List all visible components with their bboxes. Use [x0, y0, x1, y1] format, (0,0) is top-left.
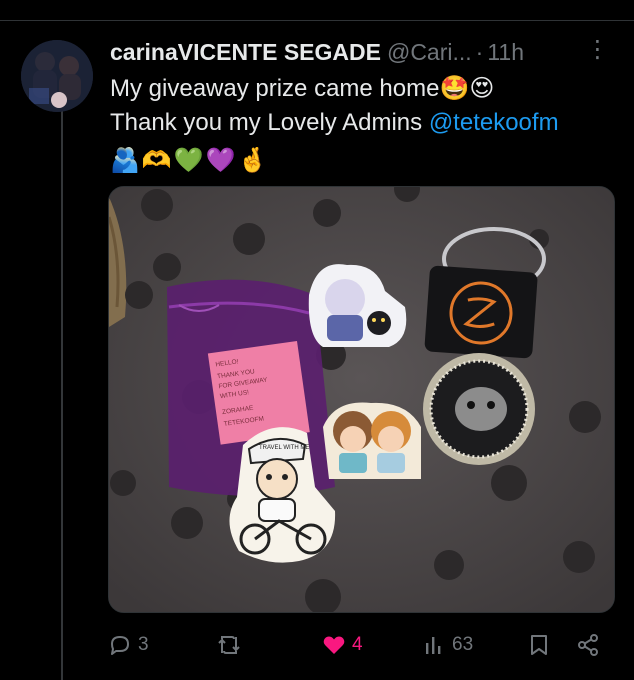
sticker-text: TRAVEL WITH ME [259, 445, 309, 451]
post-line-2: Thank you my Lovely Admins @tetekoofm [110, 106, 620, 140]
emoji-row: 🫂 🫶 💚 💜 🤞 [110, 144, 620, 178]
avatar[interactable] [21, 40, 93, 112]
author-name[interactable]: carinaVICENTE SEGADE [110, 39, 381, 66]
views-button[interactable]: 63 [424, 620, 473, 670]
sticker-two-kids [323, 402, 421, 479]
purple-heart-emoji: 💜 [205, 147, 236, 174]
avatar-image [21, 40, 93, 112]
heart-hands-emoji: 🫶 [141, 147, 172, 174]
crossed-fingers-emoji: 🤞 [237, 147, 268, 174]
bar-chart-icon [426, 637, 441, 654]
reply-count: 3 [138, 634, 149, 655]
post-header: carinaVICENTE SEGADE @Cari... · 11h ⋮ [110, 36, 620, 68]
post-line-1-emojis: 🤩😍 [439, 75, 495, 102]
repost-icon [218, 636, 240, 654]
hug-emoji: 🫂 [110, 147, 140, 174]
photo-image: HELLO! THANK YOU FOR GIVEAWAY WITH US! Z… [109, 187, 614, 612]
mention-link[interactable]: @tetekoofm [429, 109, 559, 136]
green-heart-emoji: 💚 [173, 147, 204, 174]
post-line-1: My giveaway prize came home🤩😍 [110, 72, 620, 106]
bookmark-icon [531, 635, 547, 655]
heart-icon [323, 636, 345, 654]
separator: · [475, 38, 484, 65]
author-handle[interactable]: @Cari... [387, 39, 472, 66]
post-photo[interactable]: HELLO! THANK YOU FOR GIVEAWAY WITH US! Z… [108, 186, 615, 613]
like-button[interactable]: 4 [322, 620, 363, 670]
share-icon [578, 634, 598, 656]
bookmark-button[interactable] [528, 620, 550, 670]
top-divider [0, 20, 634, 21]
views-count: 63 [452, 634, 474, 655]
action-bar: 3 4 63 [0, 620, 634, 670]
post-text: My giveaway prize came home🤩😍 Thank you … [110, 72, 620, 178]
thread-line [61, 110, 63, 680]
reply-button[interactable]: 3 [108, 620, 149, 670]
repost-button[interactable] [216, 620, 248, 670]
like-count: 4 [352, 634, 363, 655]
more-options-icon[interactable]: ⋮ [584, 36, 610, 68]
reply-icon [111, 636, 129, 655]
post-line-1-text: My giveaway prize came home [110, 75, 440, 102]
post-line-2-text: Thank you my Lovely Admins [110, 109, 429, 136]
share-button[interactable] [576, 620, 600, 670]
timestamp[interactable]: 11h [487, 39, 524, 66]
